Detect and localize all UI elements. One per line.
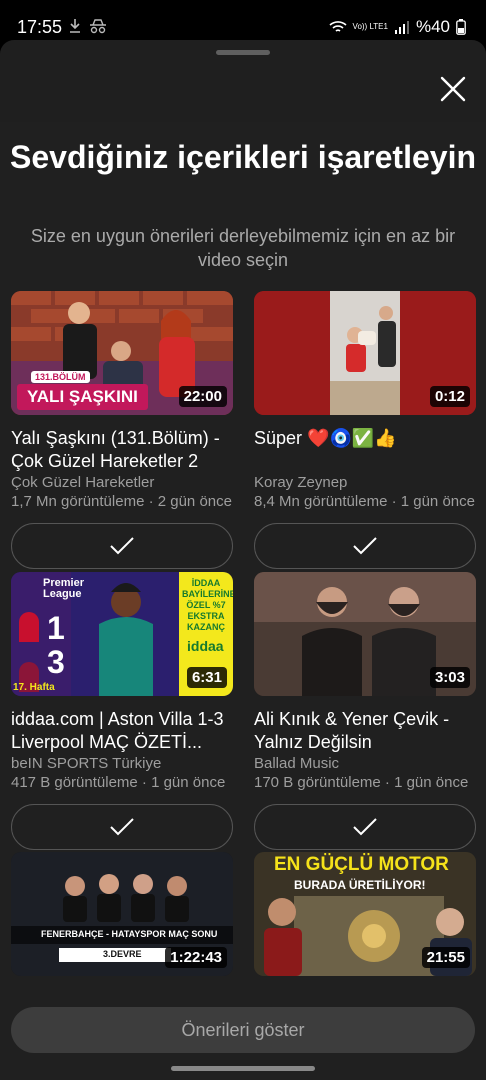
video-duration: 0:12 [429,386,470,407]
thumb-text: YALI ŞAŞKINI [17,384,148,410]
video-meta: 1,7 Mn görüntüleme · 2 gün önce [11,493,232,510]
thumb-badge: BURADA ÜRETİLİYOR! [294,878,426,892]
close-button[interactable] [436,72,470,106]
thumb-week: 17. Hafta [13,682,55,693]
video-card[interactable]: 131.BÖLÜM YALI ŞAŞKINI 22:00 Yalı Şaşkın… [11,291,233,569]
thumb-promo: İDDAA BAYİLERİNE ÖZEL %7 EKSTRA KAZANÇ [182,578,233,632]
select-video-button[interactable] [11,523,233,569]
select-video-button[interactable] [254,523,476,569]
battery-icon [456,19,466,35]
wifi-icon [329,21,347,32]
thumb-score-home: 1 [47,610,65,646]
thumb-league: Premier League [43,577,84,600]
select-video-button[interactable] [254,804,476,850]
checkmark-icon [353,818,377,836]
video-duration: 21:55 [421,947,470,968]
thumb-badge: 131.BÖLÜM [31,371,90,383]
thumb-badge: 3.DEVRE [103,949,142,959]
video-card[interactable]: Premier League 1 3 17. Hafta İDDAA BAYİL… [11,572,233,850]
video-title: Ali Kınık & Yener Çevik - Yalnız Değilsi… [254,709,450,752]
video-meta: 8,4 Mn görüntüleme · 1 gün önce [254,493,475,510]
video-meta: 170 B görüntüleme · 1 gün önce [254,774,469,791]
video-channel: Ballad Music [254,755,340,772]
video-card[interactable]: 3:03 Ali Kınık & Yener Çevik - Yalnız De… [254,572,476,850]
page-title: Sevdiğiniz içerikleri işaretleyin [10,139,476,175]
page-subtitle: Size en uygun önerileri derleyebilmemiz … [30,226,456,270]
video-thumbnail[interactable]: 131.BÖLÜM YALI ŞAŞKINI 22:00 [11,291,233,415]
video-title: Yalı Şaşkını (131.Bölüm) - Çok Güzel Har… [11,428,220,471]
thumb-brand: iddaa [187,638,224,654]
video-title: Süper ❤️🧿✅👍 [254,428,397,448]
video-title: iddaa.com | Aston Villa 1-3 Liverpool MA… [11,709,224,752]
video-meta: 417 B görüntüleme · 1 gün önce [11,774,226,791]
video-duration: 3:03 [429,667,470,688]
video-card[interactable]: FENERBAHÇE - HATAYSPOR MAÇ SONU 3.DEVRE … [11,852,233,976]
video-duration: 6:31 [186,667,227,688]
video-duration: 22:00 [178,386,227,407]
download-icon [70,19,80,33]
select-video-button[interactable] [11,804,233,850]
thumb-score-away: 3 [47,644,65,680]
battery-percent: %40 [415,17,450,36]
signal-icon [394,21,409,34]
video-thumbnail[interactable]: Premier League 1 3 17. Hafta İDDAA BAYİL… [11,572,233,696]
drag-handle[interactable] [216,50,270,55]
thumb-text: FENERBAHÇE - HATAYSPOR MAÇ SONU [41,929,218,939]
video-thumbnail[interactable]: FENERBAHÇE - HATAYSPOR MAÇ SONU 3.DEVRE … [11,852,233,976]
checkmark-icon [110,818,134,836]
video-channel: Koray Zeynep [254,474,348,491]
video-channel: Çok Güzel Hareketler [11,474,155,491]
checkmark-icon [110,537,134,555]
thumb-text: EN GÜÇLÜ MOTOR [274,854,449,875]
video-thumbnail[interactable]: EN GÜÇLÜ MOTOR BURADA ÜRETİLİYOR! 21:55 [254,852,476,976]
video-channel: beIN SPORTS Türkiye [11,755,162,772]
status-time: 17:55 [17,17,63,37]
close-icon [440,76,466,102]
video-thumbnail[interactable]: 0:12 [254,291,476,415]
video-duration: 1:22:43 [165,947,227,968]
show-recommendations-button[interactable]: Önerileri göster [11,1007,475,1053]
home-indicator[interactable] [171,1066,315,1071]
video-card[interactable]: EN GÜÇLÜ MOTOR BURADA ÜRETİLİYOR! 21:55 [254,852,476,976]
sheet-body: Sevdiğiniz içerikleri işaretleyin Size e… [0,122,486,1002]
video-thumbnail[interactable]: 3:03 [254,572,476,696]
network-type: Vo)) LTE1 [352,22,388,31]
checkmark-icon [353,537,377,555]
video-card[interactable]: 0:12 Süper ❤️🧿✅👍 Koray Zeynep 8,4 Mn gör… [254,291,476,569]
incognito-icon [90,19,106,34]
